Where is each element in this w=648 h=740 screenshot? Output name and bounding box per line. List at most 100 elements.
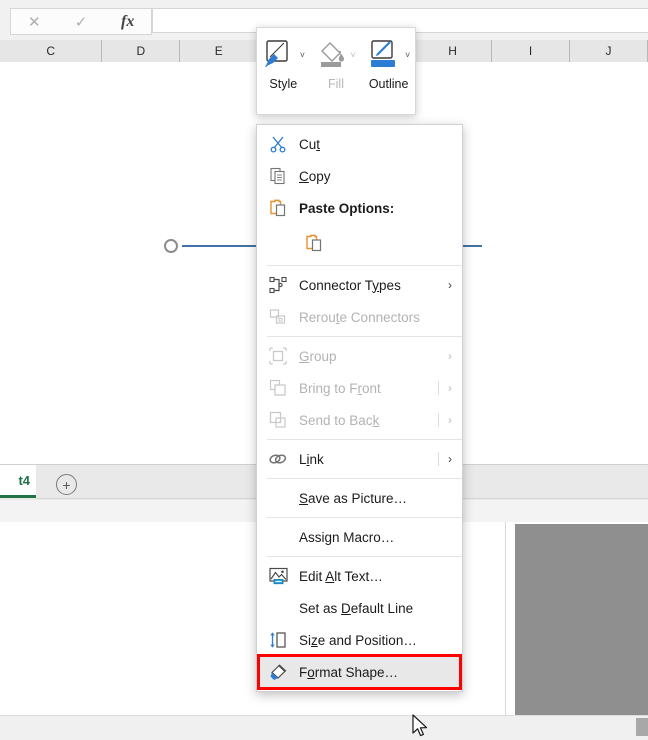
column-header-j[interactable]: J [570, 40, 648, 62]
column-header-e[interactable]: E [180, 40, 259, 62]
chevron-right-icon: › [448, 381, 452, 395]
column-header-d[interactable]: D [102, 40, 181, 62]
menu-item-format-shape[interactable]: Format Shape… [257, 656, 462, 688]
menu-separator [267, 265, 462, 266]
column-header-h[interactable]: H [414, 40, 493, 62]
mini-toolbar-item-style[interactable]: ˅ Style [258, 37, 308, 91]
pane-divider [505, 522, 506, 722]
size-position-icon [257, 624, 299, 656]
copy-pages-icon [257, 160, 299, 192]
menu-item-cut[interactable]: Cut [257, 128, 462, 160]
menu-separator [267, 556, 462, 557]
alt-text-picture-icon [257, 560, 299, 592]
menu-item-label: Format Shape… [299, 664, 399, 680]
connector-types-icon [257, 269, 299, 301]
menu-item-link[interactable]: Link › [257, 443, 462, 475]
plus-circle-icon[interactable]: + [56, 474, 77, 495]
menu-item-label: Reroute Connectors [299, 309, 420, 325]
menu-item-label: Copy [299, 168, 331, 184]
scissors-icon [257, 128, 299, 160]
gray-overlay-panel [515, 524, 648, 715]
menu-item-paste-options[interactable]: Paste Options: [257, 192, 462, 224]
close-x-icon[interactable]: ✕ [11, 9, 58, 34]
menu-item-connector-types[interactable]: Connector Types › [257, 269, 462, 301]
shape-outline-icon [367, 39, 403, 71]
menu-item-save-as-picture[interactable]: Save as Picture… [257, 482, 462, 514]
menu-item-label: Paste Options: [299, 200, 395, 216]
menu-item-bring-to-front: Bring to Front › [257, 372, 462, 404]
fx-icon[interactable]: fx [104, 9, 151, 34]
send-back-icon [257, 404, 299, 436]
group-icon [257, 340, 299, 372]
menu-arrow-separator [438, 452, 439, 466]
add-sheet-label: + [62, 476, 71, 493]
menu-separator [267, 517, 462, 518]
column-header-c[interactable]: C [0, 40, 103, 62]
mouse-pointer-arrow [412, 714, 430, 740]
menu-item-label: Connector Types [299, 277, 401, 293]
menu-separator [267, 478, 462, 479]
no-icon [257, 521, 299, 553]
shape-mini-toolbar[interactable]: ˅ Style ˅ Fill ˅ Outline [256, 27, 416, 115]
menu-separator [267, 336, 462, 337]
menu-item-size-and-position[interactable]: Size and Position… [257, 624, 462, 656]
column-header-label: E [214, 44, 223, 58]
reroute-icon [257, 301, 299, 333]
menu-item-send-to-back: Send to Back › [257, 404, 462, 436]
menu-arrow-separator [438, 413, 439, 427]
chevron-down-icon[interactable]: ˅ [405, 50, 410, 60]
resize-handle-circle[interactable] [164, 239, 178, 253]
mini-toolbar-label: Fill [328, 77, 344, 91]
mini-toolbar-item-fill: ˅ Fill [311, 37, 361, 91]
menu-item-assign-macro[interactable]: Assign Macro… [257, 521, 462, 553]
menu-item-reroute-connectors: Reroute Connectors [257, 301, 462, 333]
clipboard-paste-icon[interactable] [304, 233, 324, 253]
menu-item-label: Size and Position… [299, 632, 417, 648]
menu-item-group: Group › [257, 340, 462, 372]
menu-item-copy[interactable]: Copy [257, 160, 462, 192]
bottom-scroll-strip [0, 715, 648, 740]
menu-item-label: Edit Alt Text… [299, 568, 383, 584]
link-chain-icon [257, 443, 299, 475]
mini-toolbar-item-outline[interactable]: ˅ Outline [364, 37, 414, 91]
chevron-right-icon: › [448, 349, 452, 363]
clipboard-icon [257, 192, 299, 224]
no-icon [257, 482, 299, 514]
menu-item-label: Bring to Front [299, 380, 381, 396]
menu-arrow-separator [438, 381, 439, 395]
column-header-i[interactable]: I [492, 40, 571, 62]
menu-item-edit-alt-text[interactable]: Edit Alt Text… [257, 560, 462, 592]
column-header-label: D [136, 44, 146, 58]
chevron-right-icon[interactable]: › [438, 278, 462, 292]
column-header-label: H [448, 44, 457, 58]
menu-item-label: Send to Back [299, 412, 380, 428]
no-icon [257, 592, 299, 624]
shape-style-icon [262, 39, 298, 71]
column-header-label: I [528, 44, 533, 58]
menu-item-label: Cut [299, 136, 321, 152]
menu-item-label: Group [299, 348, 337, 364]
mini-toolbar-label: Style [269, 77, 298, 91]
menu-item-set-as-default-line[interactable]: Set as Default Line [257, 592, 462, 624]
horizontal-scrollbar-thumb[interactable] [636, 718, 648, 736]
checkmark-icon[interactable]: ✓ [58, 9, 105, 34]
column-header-label: C [46, 44, 55, 58]
sheet-tab-active[interactable]: t4 [0, 465, 36, 498]
formula-bar-buttons: ✕ ✓ fx [10, 8, 152, 35]
menu-item-label: Link [299, 451, 324, 467]
menu-item-label: Set as Default Line [299, 600, 414, 616]
shape-fill-icon [316, 39, 348, 71]
bring-front-icon [257, 372, 299, 404]
mini-toolbar-label: Outline [368, 77, 409, 91]
chevron-right-icon: › [448, 413, 452, 427]
chevron-down-icon: ˅ [350, 49, 356, 60]
sheet-tab-label: t4 [18, 472, 30, 488]
chevron-down-icon[interactable]: ˅ [300, 50, 305, 60]
menu-item-label: Assign Macro… [299, 529, 395, 545]
menu-separator [267, 439, 462, 440]
format-shape-paint-icon [257, 656, 299, 688]
menu-item-label: Save as Picture… [299, 490, 408, 506]
chevron-right-icon[interactable]: › [438, 452, 462, 466]
menu-item-paste-keep-source[interactable] [257, 224, 462, 262]
shape-context-menu[interactable]: Cut Copy Paste Options: Connector Types › Rer… [256, 124, 463, 692]
